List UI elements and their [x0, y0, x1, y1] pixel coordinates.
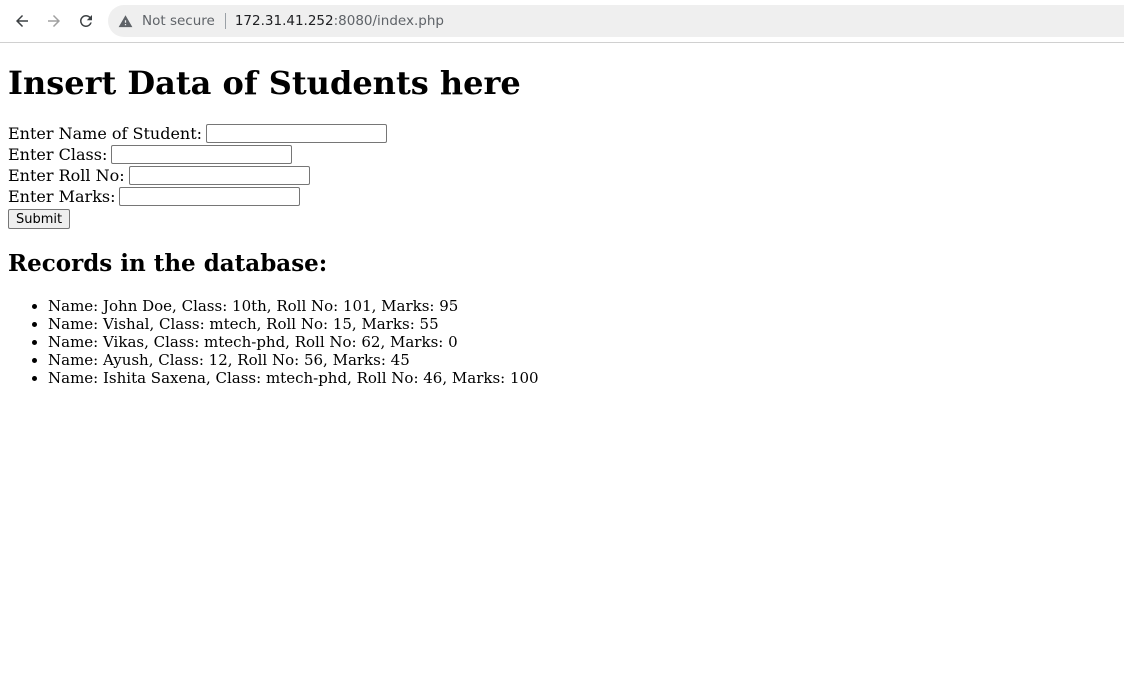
back-button[interactable]: [8, 7, 36, 35]
student-name-input[interactable]: [206, 124, 388, 143]
warning-icon[interactable]: [118, 13, 134, 29]
roll-label: Enter Roll No:: [8, 166, 125, 185]
submit-row: Submit: [8, 208, 1116, 230]
arrow-left-icon: [16, 15, 28, 27]
list-item: Name: Vikas, Class: mtech-phd, Roll No: …: [48, 333, 1116, 351]
page-content: Insert Data of Students here Enter Name …: [0, 65, 1124, 387]
address-bar[interactable]: Not secure 172.31.41.252:8080/index.php: [108, 5, 1124, 37]
security-status[interactable]: Not secure: [142, 13, 215, 29]
forward-button[interactable]: [40, 7, 68, 35]
name-label: Enter Name of Student:: [8, 124, 203, 143]
marks-row: Enter Marks:: [8, 186, 1116, 207]
name-row: Enter Name of Student:: [8, 123, 1116, 144]
page-title: Insert Data of Students here: [8, 64, 521, 102]
marks-input[interactable]: [119, 187, 301, 206]
url-path[interactable]: :8080/index.php: [334, 13, 444, 29]
marks-label: Enter Marks:: [8, 187, 116, 206]
browser-toolbar: Not secure 172.31.41.252:8080/index.php: [0, 0, 1124, 43]
submit-button[interactable]: Submit: [8, 209, 71, 229]
list-item: Name: John Doe, Class: 10th, Roll No: 10…: [48, 297, 1116, 315]
roll-no-input[interactable]: [128, 166, 310, 185]
url-host[interactable]: 172.31.41.252: [235, 13, 334, 29]
list-item: Name: Vishal, Class: mtech, Roll No: 15,…: [48, 315, 1116, 333]
arrow-right-icon: [48, 15, 60, 27]
records-list: Name: John Doe, Class: 10th, Roll No: 10…: [8, 297, 1116, 387]
class-label: Enter Class:: [8, 145, 108, 164]
address-divider: [224, 13, 226, 29]
reload-icon: [79, 14, 92, 27]
class-row: Enter Class:: [8, 144, 1116, 165]
list-item: Name: Ayush, Class: 12, Roll No: 56, Mar…: [48, 351, 1116, 369]
roll-row: Enter Roll No:: [8, 165, 1116, 186]
list-item: Name: Ishita Saxena, Class: mtech-phd, R…: [48, 369, 1116, 387]
reload-button[interactable]: [72, 7, 100, 35]
records-heading: Records in the database:: [8, 250, 328, 277]
class-input[interactable]: [111, 145, 293, 164]
student-form: Enter Name of Student: Enter Class: Ente…: [8, 123, 1116, 230]
